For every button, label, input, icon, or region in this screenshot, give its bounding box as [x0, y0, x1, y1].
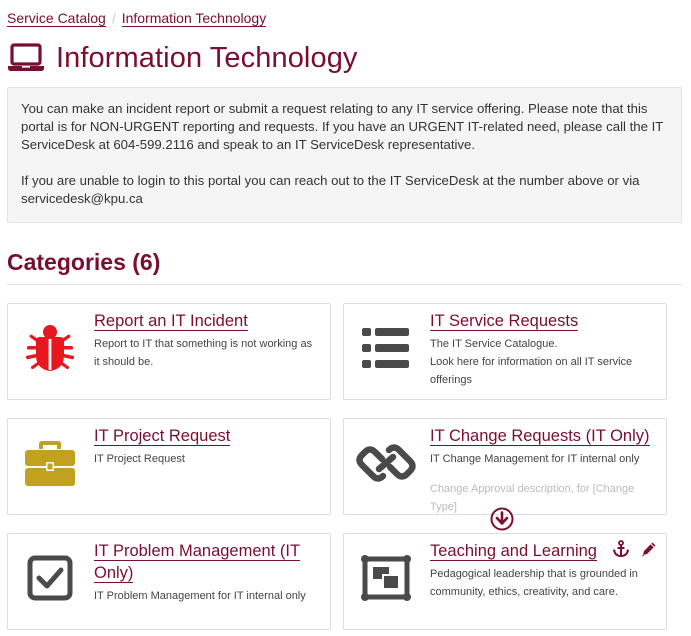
presentation-icon [356, 548, 416, 608]
briefcase-icon [20, 433, 80, 493]
pencil-icon[interactable] [640, 540, 658, 558]
breadcrumb: Service Catalog / Information Technology [7, 10, 267, 27]
category-title[interactable]: IT Service Requests [430, 310, 656, 332]
divider [7, 284, 682, 285]
notice-paragraph-2: If you are unable to login to this porta… [21, 173, 640, 206]
category-title[interactable]: IT Project Request [94, 425, 320, 447]
category-title[interactable]: IT Problem Management (IT Only) [94, 540, 320, 584]
page-header: Information Technology [7, 40, 358, 76]
laptop-icon [8, 43, 44, 71]
breadcrumb-separator: / [111, 10, 116, 26]
category-card-teaching-learning[interactable]: Teaching and Learning Pedagogical leader… [343, 533, 667, 630]
category-description: IT Change Management for IT internal onl… [430, 453, 640, 465]
checkbox-icon [20, 548, 80, 608]
category-description-faded: Change Approval description, for [Change… [430, 483, 635, 513]
categories-header: Categories (6) [7, 249, 161, 275]
category-card-change-requests[interactable]: IT Change Requests (IT Only) IT Change M… [343, 418, 667, 515]
card-actions [612, 540, 658, 558]
category-card-problem-management[interactable]: IT Problem Management (IT Only) IT Probl… [7, 533, 331, 630]
breadcrumb-service-catalog[interactable]: Service Catalog [7, 10, 106, 27]
category-description: The IT Service Catalogue. [430, 338, 558, 350]
notice-paragraph-1: You can make an incident report or submi… [21, 101, 664, 152]
category-card-project-request[interactable]: IT Project Request IT Project Request [7, 418, 331, 515]
anchor-icon[interactable] [612, 540, 630, 558]
category-title[interactable]: Report an IT Incident [94, 310, 320, 332]
category-card-service-requests[interactable]: IT Service Requests The IT Service Catal… [343, 303, 667, 400]
link-icon [356, 433, 416, 493]
bug-icon [20, 318, 80, 378]
category-description: Pedagogical leadership that is grounded … [430, 568, 638, 598]
category-description: IT Problem Management for IT internal on… [94, 590, 306, 602]
category-card-report-incident[interactable]: Report an IT Incident Report to IT that … [7, 303, 331, 400]
category-description-extra: Look here for information on all IT serv… [430, 356, 633, 386]
arrow-down-circle-icon[interactable] [490, 507, 514, 531]
page-title: Information Technology [56, 41, 358, 74]
category-title[interactable]: IT Change Requests (IT Only) [430, 425, 656, 447]
category-description: IT Project Request [94, 453, 185, 465]
breadcrumb-information-technology[interactable]: Information Technology [121, 10, 267, 27]
category-description: Report to IT that something is not worki… [94, 338, 313, 368]
list-icon [356, 318, 416, 378]
notice-panel: You can make an incident report or submi… [7, 87, 682, 223]
